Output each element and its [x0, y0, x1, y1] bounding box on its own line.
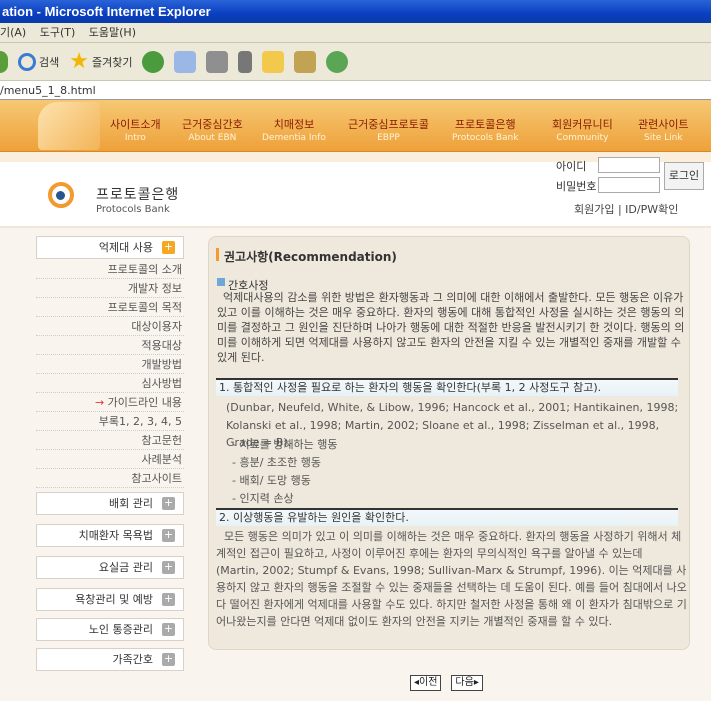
plus-icon: +: [162, 652, 175, 666]
mail-icon[interactable]: [174, 50, 197, 73]
menu-pain[interactable]: 노인 통증관리 +: [36, 618, 184, 641]
nurse-paragraph: 억제대사용의 감소를 위한 방법은 환자행동과 그 의미에 대한 이해에서 출발…: [217, 291, 685, 364]
list-item: - 배회/ 도망 행동: [232, 474, 311, 487]
arrow-icon: →: [94, 396, 105, 409]
nurse-illustration: [38, 102, 100, 150]
menu-incontinence[interactable]: 요실금 관리 +: [36, 556, 184, 579]
menu-bathing[interactable]: 치매환자 목욕법 +: [36, 524, 184, 547]
people-icon[interactable]: [326, 50, 349, 73]
favorites-button[interactable]: ★ 즐겨찾기: [69, 49, 132, 74]
print-icon[interactable]: [206, 50, 229, 73]
submenu-item[interactable]: 프로토콜의 소개: [36, 261, 184, 279]
menu-pressure-ulcer[interactable]: 욕창관리 및 예방 +: [36, 588, 184, 611]
nav-intro[interactable]: 사이트소개 Intro: [110, 116, 161, 143]
id-field[interactable]: [598, 157, 660, 173]
step-1-head: 1. 통합적인 사정을 필요로 하는 환자의 행동을 확인한다(부록 1, 2 …: [216, 378, 678, 396]
pager: ◂이전 다음▸: [410, 675, 483, 691]
step-2-head: 2. 이상행동을 유발하는 원인을 확인한다.: [216, 508, 678, 526]
page-title: 프로토콜은행: [96, 187, 180, 203]
nav-dementia[interactable]: 치매정보 Dementia Info: [262, 116, 326, 143]
menu-item[interactable]: 기(A): [0, 26, 26, 39]
plus-icon: +: [162, 560, 175, 574]
password-label: 비밀번호: [556, 180, 597, 193]
star-icon: ★: [69, 49, 89, 74]
nav-protocols-bank[interactable]: 프로토콜은행 Protocols Bank: [452, 116, 518, 143]
messenger-icon[interactable]: [294, 50, 317, 73]
address-bar[interactable]: /menu5_1_8.html: [0, 82, 711, 100]
list-item: - 인지력 손상: [232, 492, 294, 505]
list-item: - 치료를 방해하는 행동: [232, 438, 338, 451]
toolbar: 검색 ★ 즐겨찾기: [0, 43, 711, 81]
submenu-item[interactable]: 부록1, 2, 3, 4, 5: [36, 413, 184, 431]
nav-ebpp[interactable]: 근거중심프로토콜 EBPP: [348, 116, 429, 143]
submenu-item[interactable]: 개발자 정보: [36, 280, 184, 298]
prev-button[interactable]: ◂이전: [410, 675, 442, 691]
step-2-paragraph: 모든 행동은 의미가 있고 이 의미를 이해하는 것은 매우 중요하다. 환자의…: [216, 530, 687, 628]
next-button[interactable]: 다음▸: [451, 675, 483, 691]
nav-ebn[interactable]: 근거중심간호 About EBN: [182, 116, 243, 143]
section-title: 권고사항(Recommendation): [224, 250, 397, 264]
menu-wandering[interactable]: 배회 관리 +: [36, 492, 184, 515]
password-field[interactable]: [598, 177, 660, 193]
plus-icon: +: [162, 496, 175, 510]
list-item: - 흥분/ 초조한 행동: [232, 456, 322, 469]
window-title: ation - Microsoft Internet Explorer: [0, 0, 711, 23]
search-icon: [18, 52, 36, 71]
menu-bar: 기(A) 도구(T) 도움말(H): [0, 23, 711, 43]
web-page: 사이트소개 Intro 근거중심간호 About EBN 치매정보 Dementia …: [0, 100, 711, 701]
member-links[interactable]: 회원가입 | ID/PW확인: [574, 201, 678, 217]
search-button[interactable]: 검색: [18, 52, 59, 71]
plus-icon: +: [162, 240, 175, 254]
menu-item[interactable]: 도움말(H): [89, 26, 136, 39]
history-icon[interactable]: [142, 50, 165, 73]
back-icon[interactable]: [0, 50, 8, 73]
folder-icon[interactable]: [262, 50, 285, 73]
nav-site-link[interactable]: 관련사이트 Site Link: [638, 116, 689, 143]
plus-icon: +: [162, 528, 175, 542]
submenu-item[interactable]: 적용대상: [36, 337, 184, 355]
edit-icon[interactable]: [238, 50, 253, 73]
submenu-item[interactable]: 심사방법: [36, 375, 184, 393]
menu-restraint[interactable]: 억제대 사용 +: [36, 236, 184, 259]
submenu-item-current[interactable]: → 가이드라인 내용: [36, 394, 184, 412]
login-button[interactable]: 로그인: [664, 162, 704, 190]
submenu-item[interactable]: 참고문헌: [36, 432, 184, 450]
submenu-item[interactable]: 개발방법: [36, 356, 184, 374]
submenu-item[interactable]: 사례분석: [36, 451, 184, 469]
page-subtitle: Protocols Bank: [96, 204, 170, 215]
submenu-item[interactable]: 참고사이트: [36, 470, 184, 488]
id-label: 아이디: [556, 160, 587, 173]
reference-line: (Dunbar, Neufeld, White, & Libow, 1996; …: [226, 401, 679, 414]
logo-dot: [56, 191, 65, 200]
menu-family[interactable]: 가족간호 +: [36, 648, 184, 671]
submenu-item[interactable]: 프로토콜의 목적: [36, 299, 184, 317]
menu-item[interactable]: 도구(T): [40, 26, 76, 39]
top-nav: 사이트소개 Intro 근거중심간호 About EBN 치매정보 Dementia …: [0, 100, 711, 152]
plus-icon: +: [162, 592, 175, 606]
plus-icon: +: [162, 622, 175, 636]
submenu-item[interactable]: 대상이용자: [36, 318, 184, 336]
nav-community[interactable]: 회원커뮤니티 Community: [552, 116, 613, 143]
